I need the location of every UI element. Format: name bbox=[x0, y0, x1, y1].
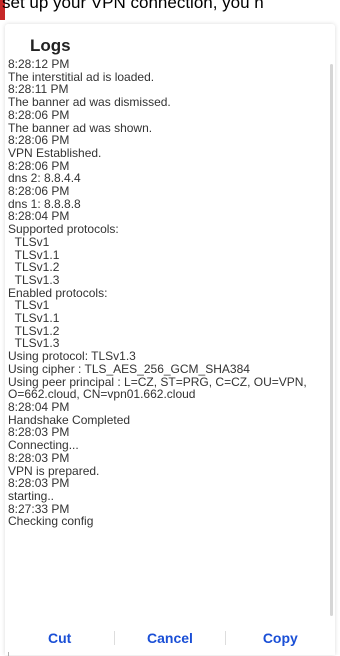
log-line: 8:28:03 PM bbox=[8, 450, 70, 465]
log-line: 8:28:06 PM bbox=[8, 184, 70, 199]
log-line: VPN Established. bbox=[8, 145, 102, 160]
copy-button[interactable]: Copy bbox=[226, 624, 335, 652]
logs-dialog: Logs 8:28:12 PM The interstitial ad is lo… bbox=[5, 24, 335, 656]
log-scroll-area[interactable]: 8:28:12 PM The interstitial ad is loaded.… bbox=[8, 58, 325, 626]
log-line: TLSv1 bbox=[8, 234, 50, 249]
log-line: Using peer principal : L=CZ, ST=PRG, C=C… bbox=[8, 374, 311, 402]
dialog-title: Logs bbox=[30, 36, 71, 55]
log-line: 8:28:03 PM bbox=[8, 476, 70, 491]
log-scrollbar[interactable] bbox=[330, 64, 333, 616]
background-instruction-text: set up your VPN connection, you n bbox=[2, 0, 264, 12]
dialog-button-bar: Cut Cancel Copy bbox=[5, 624, 335, 652]
log-line: Checking config bbox=[8, 514, 94, 529]
log-list: 8:28:12 PM The interstitial ad is loaded.… bbox=[8, 58, 325, 528]
log-line: 8:28:06 PM bbox=[8, 107, 70, 122]
log-line: starting.. bbox=[8, 488, 55, 503]
log-line: TLSv1.3 bbox=[8, 272, 60, 287]
dialog-edge-mark bbox=[8, 652, 9, 656]
log-line: 8:28:04 PM bbox=[8, 399, 70, 414]
log-line: The banner ad was dismissed. bbox=[8, 95, 171, 110]
log-line: Using cipher : TLS_AES_256_GCM_SHA384 bbox=[8, 361, 250, 376]
cut-button[interactable]: Cut bbox=[5, 624, 114, 652]
log-line: Connecting... bbox=[8, 438, 79, 453]
log-line: Using protocol: TLSv1.3 bbox=[8, 349, 136, 364]
log-line: 8:28:12 PM bbox=[8, 58, 70, 71]
log-line: TLSv1.1 bbox=[8, 311, 60, 326]
log-line: Supported protocols: bbox=[8, 222, 119, 237]
log-line: Enabled protocols: bbox=[8, 285, 108, 300]
cancel-button[interactable]: Cancel bbox=[115, 624, 224, 652]
